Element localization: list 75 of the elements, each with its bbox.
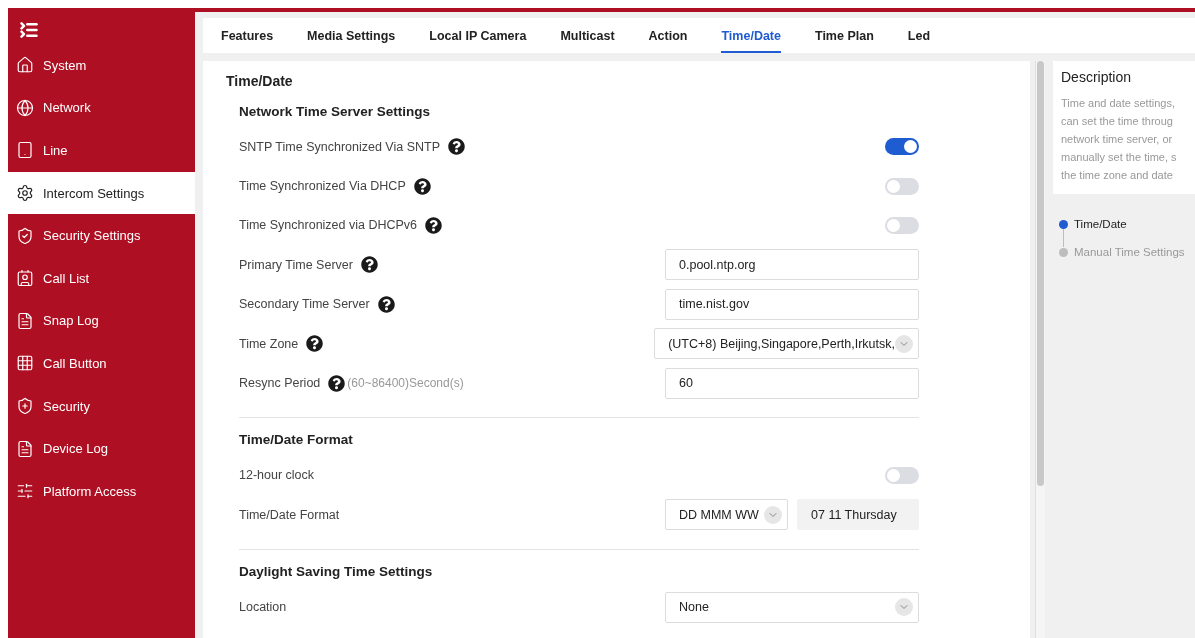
sidebar-item[interactable]: Call Button	[8, 342, 195, 385]
help-icon[interactable]	[360, 256, 378, 274]
sidebar-item[interactable]: Network	[8, 86, 195, 130]
scrollbar[interactable]	[1035, 61, 1045, 638]
tab[interactable]: Local IP Camera	[429, 18, 527, 53]
section-title: Daylight Saving Time Settings	[239, 564, 433, 579]
shield-check-icon	[16, 226, 34, 245]
sidebar-item[interactable]: System	[8, 44, 195, 87]
document-icon	[16, 439, 34, 458]
sidebar-item[interactable]: Security	[8, 384, 195, 428]
description-text: the time zone and date	[1061, 168, 1174, 183]
help-icon[interactable]	[425, 216, 443, 234]
toggle-switch[interactable]	[885, 216, 919, 234]
toggle-switch[interactable]	[885, 177, 919, 195]
input-field[interactable]: time.nist.gov	[665, 288, 919, 320]
description-text: Time and date settings,	[1061, 96, 1176, 111]
help-icon[interactable]	[306, 335, 324, 353]
globe-icon	[16, 98, 34, 117]
description-text: network time server, or	[1061, 132, 1174, 147]
tab[interactable]: Led	[907, 18, 931, 53]
sidebar-item[interactable]: Device Log	[8, 427, 195, 470]
tab[interactable]: Features	[221, 18, 274, 53]
field-label: Secondary Time Server	[239, 297, 370, 312]
field-label: SNTP Time Synchronized Via SNTP	[239, 139, 440, 154]
input-field[interactable]: 0.pool.ntp.org	[665, 249, 919, 281]
help-icon[interactable]	[377, 295, 395, 313]
sidebar-item[interactable]: Platform Access	[8, 469, 195, 513]
section-title: Network Time Server Settings	[239, 103, 431, 119]
sim-card-icon	[16, 141, 34, 160]
tab[interactable]: Media Settings	[307, 18, 396, 53]
field-label: Time Synchronized via DHCPv6	[239, 218, 418, 233]
select-field[interactable]: DD MMM WW	[665, 499, 788, 531]
sidebar-item[interactable]: Snap Log	[8, 299, 195, 343]
format-preview: 07 11 Thursday	[797, 499, 919, 531]
description-title: Description	[1061, 69, 1133, 85]
field-label: 12-hour clock	[239, 468, 315, 483]
select-field[interactable]: None	[665, 591, 919, 623]
tab[interactable]: Multicast	[560, 18, 615, 53]
tab[interactable]: Time Plan	[814, 18, 874, 53]
contact-card-icon	[16, 269, 34, 288]
range-hint: (60~86400)Second(s)	[347, 376, 464, 391]
keypad-icon	[16, 354, 34, 373]
page-title: Time/Date	[226, 73, 294, 91]
caret-icon	[764, 505, 782, 524]
field-label: Resync Period	[239, 376, 321, 391]
step-link[interactable]: Time/Date	[1074, 218, 1127, 230]
description-text: manually set the time, s	[1061, 150, 1178, 165]
help-icon[interactable]	[328, 374, 346, 392]
caret-icon	[895, 598, 913, 617]
toggle-switch[interactable]	[885, 138, 919, 156]
toggle-switch[interactable]	[885, 466, 919, 484]
document-icon	[16, 311, 34, 330]
field-label: Location	[239, 600, 287, 615]
tab[interactable]: Action	[648, 18, 688, 53]
description-text: can set the time throug	[1061, 114, 1174, 129]
sidebar-item[interactable]: Intercom Settings	[8, 171, 195, 215]
gear-icon	[16, 184, 34, 203]
sidebar-item[interactable]: Call List	[8, 256, 195, 300]
help-icon[interactable]	[413, 177, 431, 195]
field-label: Time Synchronized Via DHCP	[239, 179, 406, 194]
help-icon[interactable]	[448, 138, 465, 156]
sidebar-item[interactable]: Line	[8, 129, 195, 172]
caret-icon	[895, 334, 913, 353]
shield-plus-icon	[16, 397, 34, 416]
field-label: Time/Date Format	[239, 507, 340, 522]
field-label: Primary Time Server	[239, 257, 353, 272]
tab[interactable]: Time/Date	[721, 18, 781, 53]
sliders-icon	[16, 482, 34, 501]
field-label: Time Zone	[239, 336, 299, 351]
menu-icon	[19, 20, 39, 40]
section-title: Time/Date Format	[239, 432, 353, 448]
select-field[interactable]: (UTC+8) Beijing,Singapore,Perth,Irkutsk,	[654, 328, 919, 360]
house-icon	[16, 56, 34, 75]
input-field[interactable]: 60	[665, 367, 919, 399]
sidebar-item[interactable]: Security Settings	[8, 214, 195, 257]
